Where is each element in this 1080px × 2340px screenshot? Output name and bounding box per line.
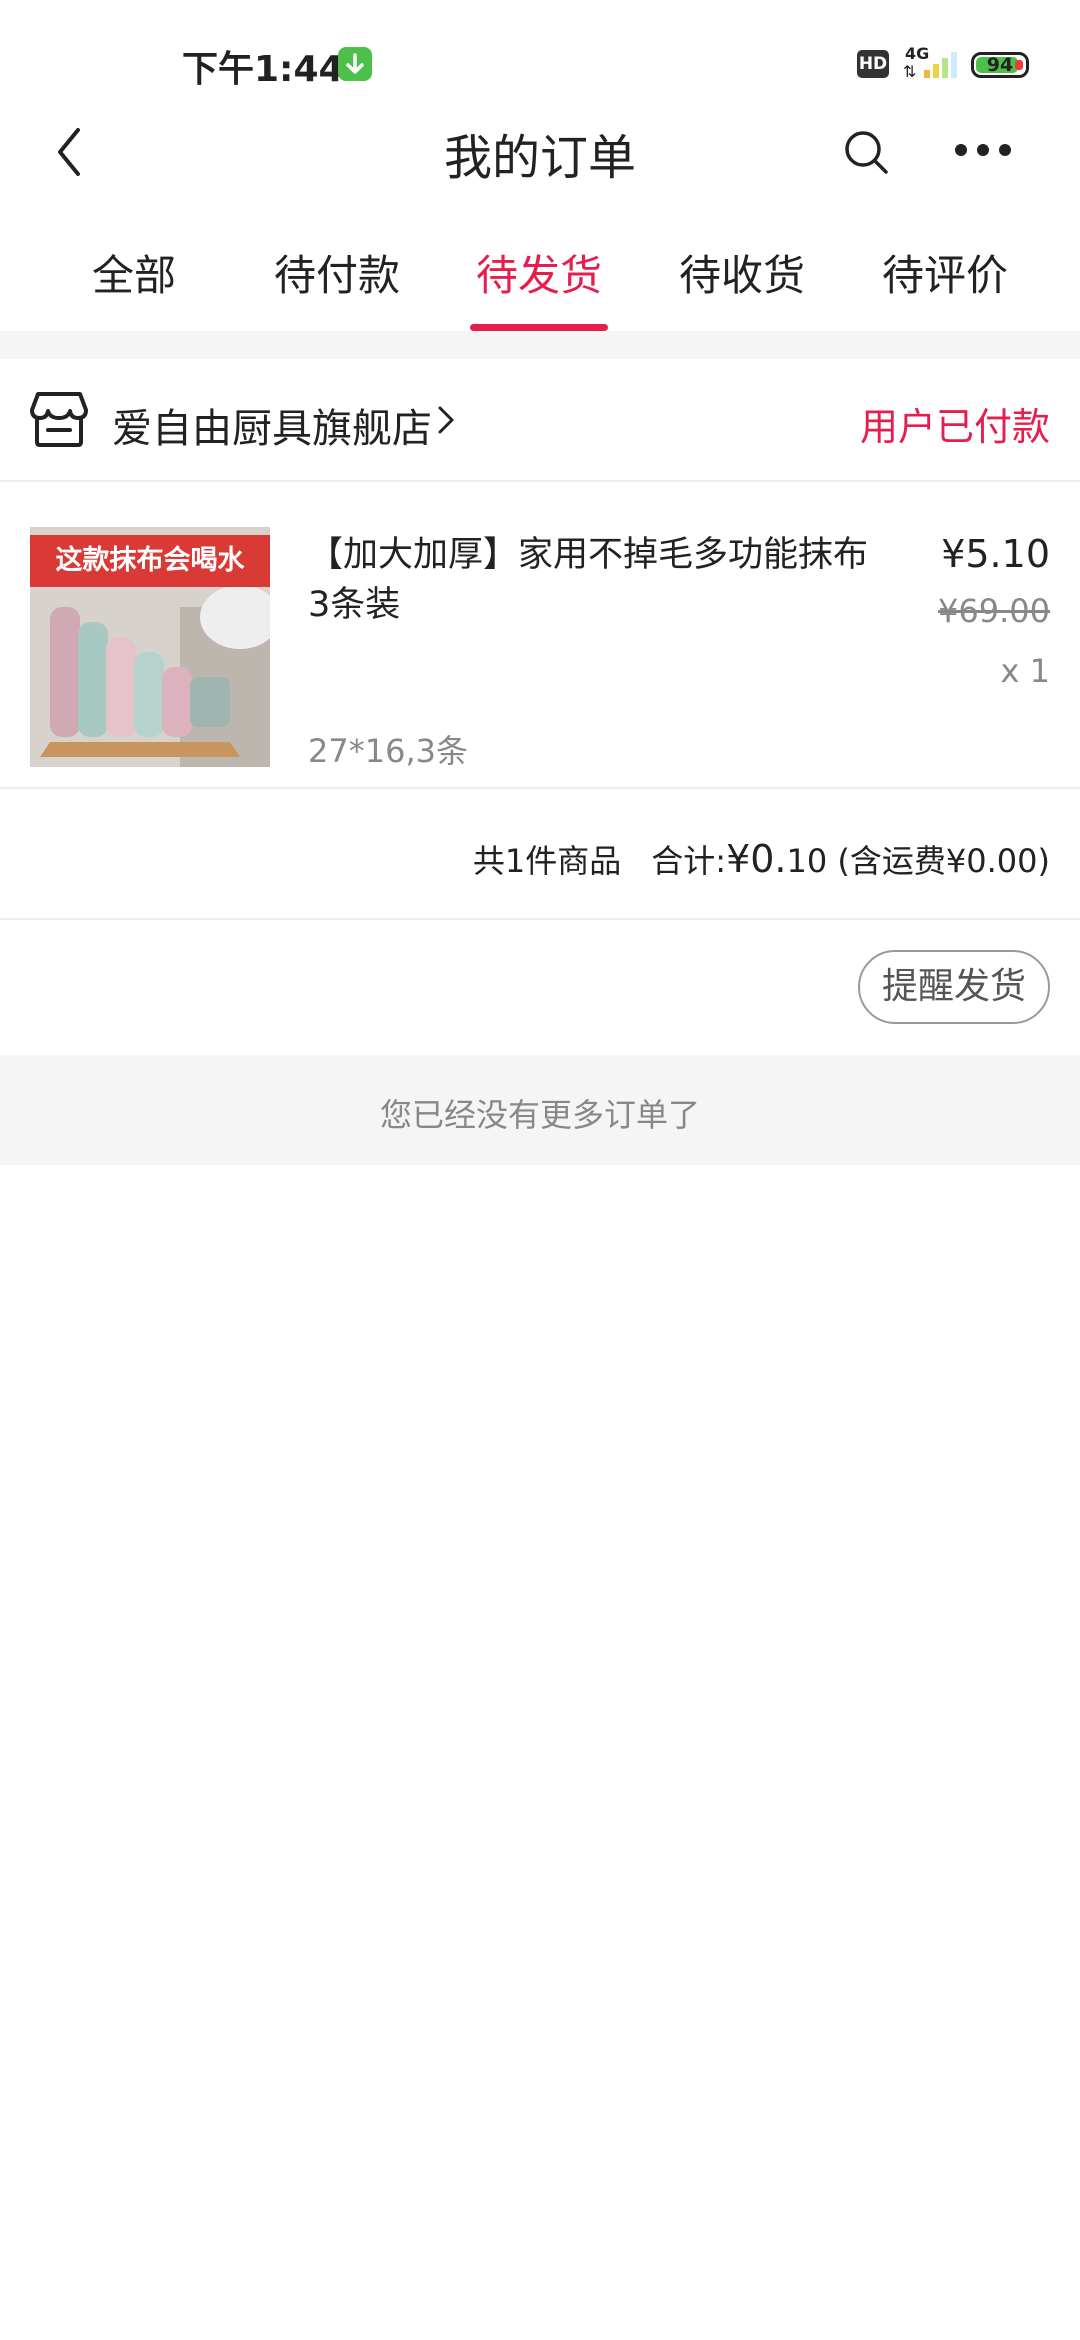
store-icon[interactable] — [28, 390, 90, 448]
signal-icon — [922, 50, 960, 78]
tab-pending-shipment[interactable]: 待发货 — [439, 242, 639, 303]
tab-pending-payment[interactable]: 待付款 — [237, 242, 437, 303]
tab-pending-review[interactable]: 待评价 — [845, 242, 1045, 303]
item-count: 共1件商品 — [472, 842, 622, 880]
status-time: 下午1:44 — [182, 49, 344, 90]
download-icon — [338, 47, 372, 81]
product-sku: 27*16,3条 — [308, 732, 468, 770]
remind-shipment-button[interactable]: 提醒发货 — [858, 950, 1050, 1024]
divider — [0, 918, 1080, 920]
divider — [0, 787, 1080, 789]
divider — [0, 480, 1080, 482]
chevron-right-icon[interactable] — [434, 400, 458, 440]
original-price: ¥69.00 — [938, 592, 1050, 630]
search-icon[interactable] — [842, 128, 890, 176]
section-separator — [0, 331, 1080, 359]
shipping-fee: (含运费¥0.00) — [837, 842, 1050, 880]
active-tab-indicator — [470, 324, 608, 331]
tab-pending-receipt[interactable]: 待收货 — [642, 242, 842, 303]
product-price: ¥5.10 — [941, 532, 1050, 576]
page-title: 我的订单 — [443, 130, 636, 186]
tab-all[interactable]: 全部 — [34, 242, 234, 303]
more-dots-icon[interactable] — [953, 140, 1013, 160]
hd-badge: HD — [857, 50, 889, 78]
total-amount-main: ¥0. — [726, 837, 787, 881]
total-amount-cents: 10 — [786, 842, 828, 880]
battery-icon: 94 — [971, 52, 1029, 78]
data-activity-icon: ⇅ — [903, 62, 917, 81]
no-more-orders-text: 您已经没有更多订单了 — [379, 1096, 700, 1134]
total-label: 合计: — [651, 842, 727, 880]
shop-name[interactable]: 爱自由厨具旗舰店 — [112, 396, 432, 454]
order-summary: 共1件商品 合计:¥0.10 (含运费¥0.00) — [473, 836, 1050, 882]
battery-level: 94 — [986, 54, 1014, 76]
product-quantity: x 1 — [1000, 652, 1050, 690]
product-image-banner: 这款抹布会喝水 — [30, 535, 270, 587]
product-image[interactable]: 这款抹布会喝水 — [30, 527, 270, 767]
order-status: 用户已付款 — [859, 405, 1050, 449]
product-title[interactable]: 【加大加厚】家用不掉毛多功能抹布3条装 — [308, 530, 888, 630]
